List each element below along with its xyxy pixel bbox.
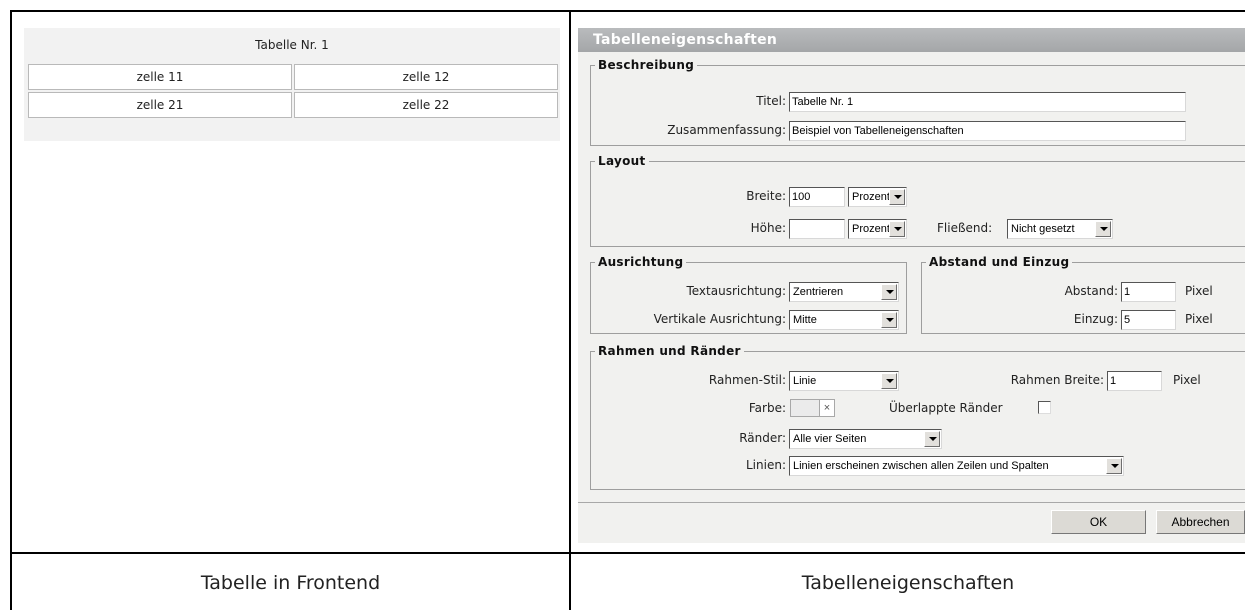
breite-unit-value: Prozent xyxy=(852,191,890,203)
hoehe-unit-value: Prozent xyxy=(852,223,890,235)
abstand-legend: Abstand und Einzug xyxy=(929,255,1070,269)
vertical-divider xyxy=(569,10,571,610)
frontend-table-preview: Tabelle Nr. 1 zelle 11 zelle 12 zelle 21… xyxy=(24,28,560,141)
vertikale-ausrichtung-select[interactable]: Mitte xyxy=(789,310,899,330)
hoehe-input[interactable] xyxy=(789,219,845,239)
frontend-caption: Tabelle in Frontend xyxy=(200,572,381,594)
titel-label: Titel: xyxy=(756,94,786,108)
linien-value: Linien erscheinen zwischen allen Zeilen … xyxy=(793,460,1049,472)
vertikale-ausrichtung-value: Mitte xyxy=(793,314,817,326)
rahmen-breite-input[interactable]: 1 xyxy=(1107,371,1162,391)
chevron-down-icon[interactable] xyxy=(1095,221,1111,237)
linien-label: Linien: xyxy=(746,458,786,472)
table-cell: zelle 12 xyxy=(294,64,558,90)
einzug-input[interactable]: 5 xyxy=(1121,310,1176,330)
hoehe-label: Höhe: xyxy=(750,221,786,235)
button-bar-divider xyxy=(578,502,1245,503)
raender-value: Alle vier Seiten xyxy=(793,433,867,445)
fliessend-value: Nicht gesetzt xyxy=(1011,223,1075,235)
table-row: zelle 21 zelle 22 xyxy=(28,92,558,118)
chevron-down-icon[interactable] xyxy=(881,373,897,389)
chevron-down-icon[interactable] xyxy=(924,431,940,447)
table-row: zelle 11 zelle 12 xyxy=(28,64,558,90)
einzug-unit: Pixel xyxy=(1185,312,1213,326)
dialog-title: Tabelleneigenschaften xyxy=(578,28,1245,52)
zusammenfassung-label: Zusammenfassung: xyxy=(667,123,786,137)
layout-legend: Layout xyxy=(598,154,646,168)
frontend-table: zelle 11 zelle 12 zelle 21 zelle 22 xyxy=(26,62,560,120)
titel-input[interactable]: Tabelle Nr. 1 xyxy=(789,92,1186,112)
textausrichtung-value: Zentrieren xyxy=(793,286,844,298)
abstand-unit: Pixel xyxy=(1185,284,1213,298)
table-properties-dialog: Tabelleneigenschaften Beschreibung Titel… xyxy=(578,28,1245,543)
abstand-label: Abstand: xyxy=(1064,284,1118,298)
fliessend-select[interactable]: Nicht gesetzt xyxy=(1007,219,1113,239)
abstand-input[interactable]: 1 xyxy=(1121,282,1176,302)
table-cell: zelle 21 xyxy=(28,92,292,118)
textausrichtung-label: Textausrichtung: xyxy=(686,284,786,298)
ueberlappte-raender-checkbox[interactable] xyxy=(1038,401,1051,414)
raender-label: Ränder: xyxy=(739,431,786,445)
rahmen-stil-value: Linie xyxy=(793,375,817,387)
ok-button[interactable]: OK xyxy=(1051,510,1146,534)
rahmen-stil-select[interactable]: Linie xyxy=(789,371,899,391)
farbe-label: Farbe: xyxy=(748,401,786,415)
raender-select[interactable]: Alle vier Seiten xyxy=(789,429,942,449)
rahmen-breite-label: Rahmen Breite: xyxy=(1010,373,1104,387)
hoehe-unit-select[interactable]: Prozent xyxy=(848,219,907,239)
chevron-down-icon[interactable] xyxy=(881,312,897,328)
breite-label: Breite: xyxy=(746,189,786,203)
cancel-button[interactable]: Abbrechen xyxy=(1156,510,1245,534)
color-swatch[interactable] xyxy=(790,399,820,417)
table-cell: zelle 11 xyxy=(28,64,292,90)
textausrichtung-select[interactable]: Zentrieren xyxy=(789,282,899,302)
beschreibung-legend: Beschreibung xyxy=(598,58,695,72)
zusammenfassung-input[interactable]: Beispiel von Tabelleneigenschaften xyxy=(789,121,1186,141)
ausrichtung-legend: Ausrichtung xyxy=(598,255,684,269)
rahmen-breite-unit: Pixel xyxy=(1173,373,1201,387)
breite-unit-select[interactable]: Prozent xyxy=(848,187,907,207)
clear-color-icon[interactable]: × xyxy=(819,399,835,417)
chevron-down-icon[interactable] xyxy=(889,189,905,205)
breite-input[interactable]: 100 xyxy=(789,187,845,207)
chevron-down-icon[interactable] xyxy=(889,221,905,237)
rahmen-stil-label: Rahmen-Stil: xyxy=(708,373,786,387)
chevron-down-icon[interactable] xyxy=(881,284,897,300)
vertikale-ausrichtung-label: Vertikale Ausrichtung: xyxy=(653,312,786,326)
einzug-label: Einzug: xyxy=(1073,312,1118,326)
fliessend-label: Fließend: xyxy=(937,221,993,235)
ueberlappte-raender-label: Überlappte Ränder xyxy=(889,401,1003,415)
chevron-down-icon[interactable] xyxy=(1106,458,1122,474)
properties-caption: Tabelleneigenschaften xyxy=(801,572,1015,594)
table-cell: zelle 22 xyxy=(294,92,558,118)
rahmen-legend: Rahmen und Ränder xyxy=(598,344,741,358)
linien-select[interactable]: Linien erscheinen zwischen allen Zeilen … xyxy=(789,456,1124,476)
table-caption: Tabelle Nr. 1 xyxy=(255,38,329,52)
